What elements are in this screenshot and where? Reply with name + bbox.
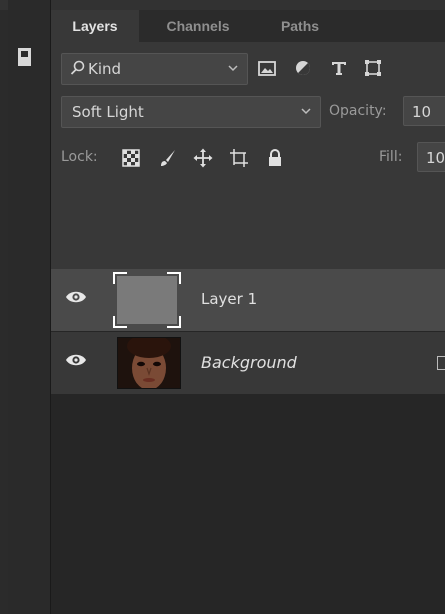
eye-icon[interactable] [65,289,87,305]
eye-icon[interactable] [65,352,87,368]
document-icon[interactable] [18,48,31,66]
photoshop-window: Layers Channels Paths Kind Soft Light Op… [0,0,445,614]
opacity-label[interactable]: Opacity: [329,103,387,119]
tab-layers[interactable]: Layers [51,10,139,42]
layers-panel: Layers Channels Paths Kind Soft Light Op… [51,10,445,614]
layer-row-background[interactable]: Background [51,332,445,394]
lock-row: Lock: Fill: 10 [51,138,445,178]
top-strip [0,0,445,10]
fill-label[interactable]: Fill: [379,149,402,165]
adjustment-filter-icon[interactable] [293,58,313,78]
filter-kind-select[interactable]: Kind [61,53,248,85]
lock-transparent-pixels-icon[interactable] [121,148,141,168]
tab-channels[interactable]: Channels [143,10,253,42]
blend-mode-select[interactable]: Soft Light [61,96,321,128]
opacity-input[interactable]: 10 [403,96,445,126]
lock-label: Lock: [61,149,98,165]
left-tool-rail [8,0,51,614]
panel-tabbar: Layers Channels Paths [51,10,445,42]
portrait-photo-icon [118,338,180,388]
search-icon [70,60,85,75]
image-filter-icon[interactable] [257,58,277,78]
layer-thumbnail[interactable] [113,272,181,328]
lock-icon[interactable] [265,148,285,168]
tab-paths[interactable]: Paths [257,10,343,42]
blend-mode-row: Soft Light Opacity: 10 [51,94,445,130]
fill-input[interactable]: 10 [417,142,445,172]
layer-row-layer-1[interactable]: Layer 1 [51,269,445,331]
shape-filter-icon[interactable] [363,58,383,78]
type-filter-icon[interactable] [329,58,349,78]
move-icon[interactable] [193,148,213,168]
layer-lock-icon[interactable] [437,356,445,370]
background-thumbnail[interactable] [117,337,181,389]
blend-mode-value: Soft Light [72,103,144,121]
brush-icon[interactable] [157,148,177,168]
divider [51,394,445,395]
layer-name[interactable]: Layer 1 [201,290,257,308]
chevron-down-icon [228,65,238,72]
filter-kind-label: Kind [88,60,122,78]
layer-filter-row: Kind [51,50,445,88]
layers-list: Layer 1 Background [51,269,445,614]
chevron-down-icon [301,108,311,115]
artboard-icon[interactable] [229,148,249,168]
layer-name[interactable]: Background [201,353,297,372]
selection-corners-icon [113,272,181,328]
